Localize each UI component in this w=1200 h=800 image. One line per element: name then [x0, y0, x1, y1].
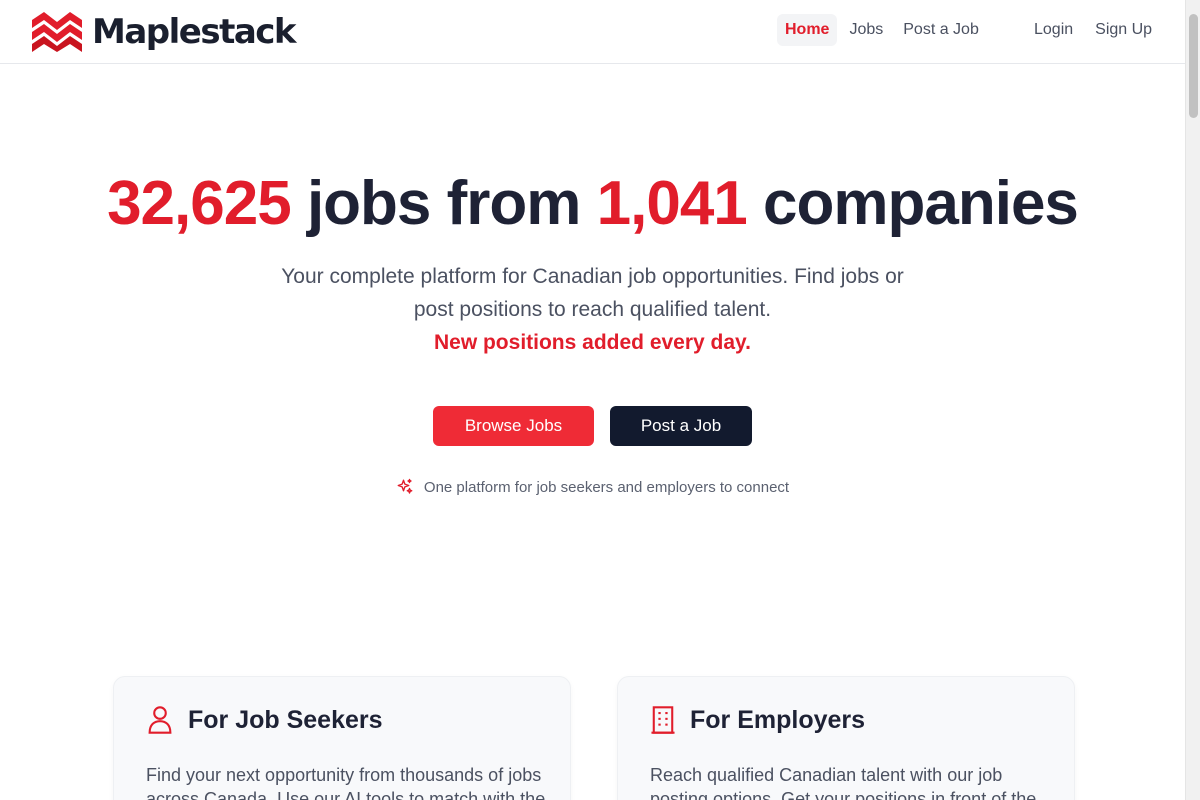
sparkles-icon [397, 478, 413, 494]
user-icon [148, 706, 172, 734]
page-scrollbar[interactable] [1185, 0, 1200, 800]
brand-name: Maplestack [92, 12, 297, 52]
scrollbar-thumb[interactable] [1189, 14, 1198, 118]
card-body: Find your next opportunity from thousand… [146, 765, 546, 800]
hero-headline: 32,625 jobs from 1,041 companies [0, 168, 1185, 239]
card-header: For Job Seekers [146, 705, 383, 735]
companies-text: companies [763, 169, 1079, 238]
login-link[interactable]: Login [1026, 14, 1081, 46]
card-body: Reach qualified Canadian talent with our… [650, 765, 1037, 800]
browse-jobs-button[interactable]: Browse Jobs [433, 406, 594, 446]
building-icon [651, 706, 675, 734]
signup-link[interactable]: Sign Up [1087, 14, 1160, 46]
subtitle-line-1: Your complete platform for Canadian job … [281, 265, 904, 288]
jobs-from-text: jobs from [306, 169, 581, 238]
auth-nav: Login Sign Up [1026, 14, 1166, 46]
nav-post-a-job[interactable]: Post a Job [895, 14, 987, 46]
post-a-job-button[interactable]: Post a Job [610, 406, 752, 446]
card-header: For Employers [650, 705, 865, 735]
maplestack-logo-icon [32, 12, 82, 52]
job-seekers-card: For Job Seekers Find your next opportuni… [113, 676, 571, 800]
hero-subtitle: Your complete platform for Canadian job … [0, 260, 1185, 359]
companies-count: 1,041 [596, 169, 748, 238]
subtitle-highlight: New positions added every day. [433, 331, 752, 354]
jobs-count: 32,625 [107, 169, 292, 238]
card-title: For Job Seekers [188, 705, 383, 734]
tagline-text: One platform for job seekers and employe… [423, 478, 790, 496]
main-nav: Home Jobs Post a Job [777, 14, 991, 46]
subtitle-line-2: post positions to reach qualified talent… [413, 298, 772, 321]
nav-jobs[interactable]: Jobs [841, 14, 891, 46]
site-header: Maplestack Home Jobs Post a Job Login Si… [0, 0, 1185, 64]
employers-card: For Employers Reach qualified Canadian t… [617, 676, 1075, 800]
logo[interactable]: Maplestack [32, 12, 297, 52]
card-title: For Employers [690, 705, 866, 734]
tagline: One platform for job seekers and employe… [0, 478, 1185, 496]
nav-home[interactable]: Home [777, 14, 838, 46]
